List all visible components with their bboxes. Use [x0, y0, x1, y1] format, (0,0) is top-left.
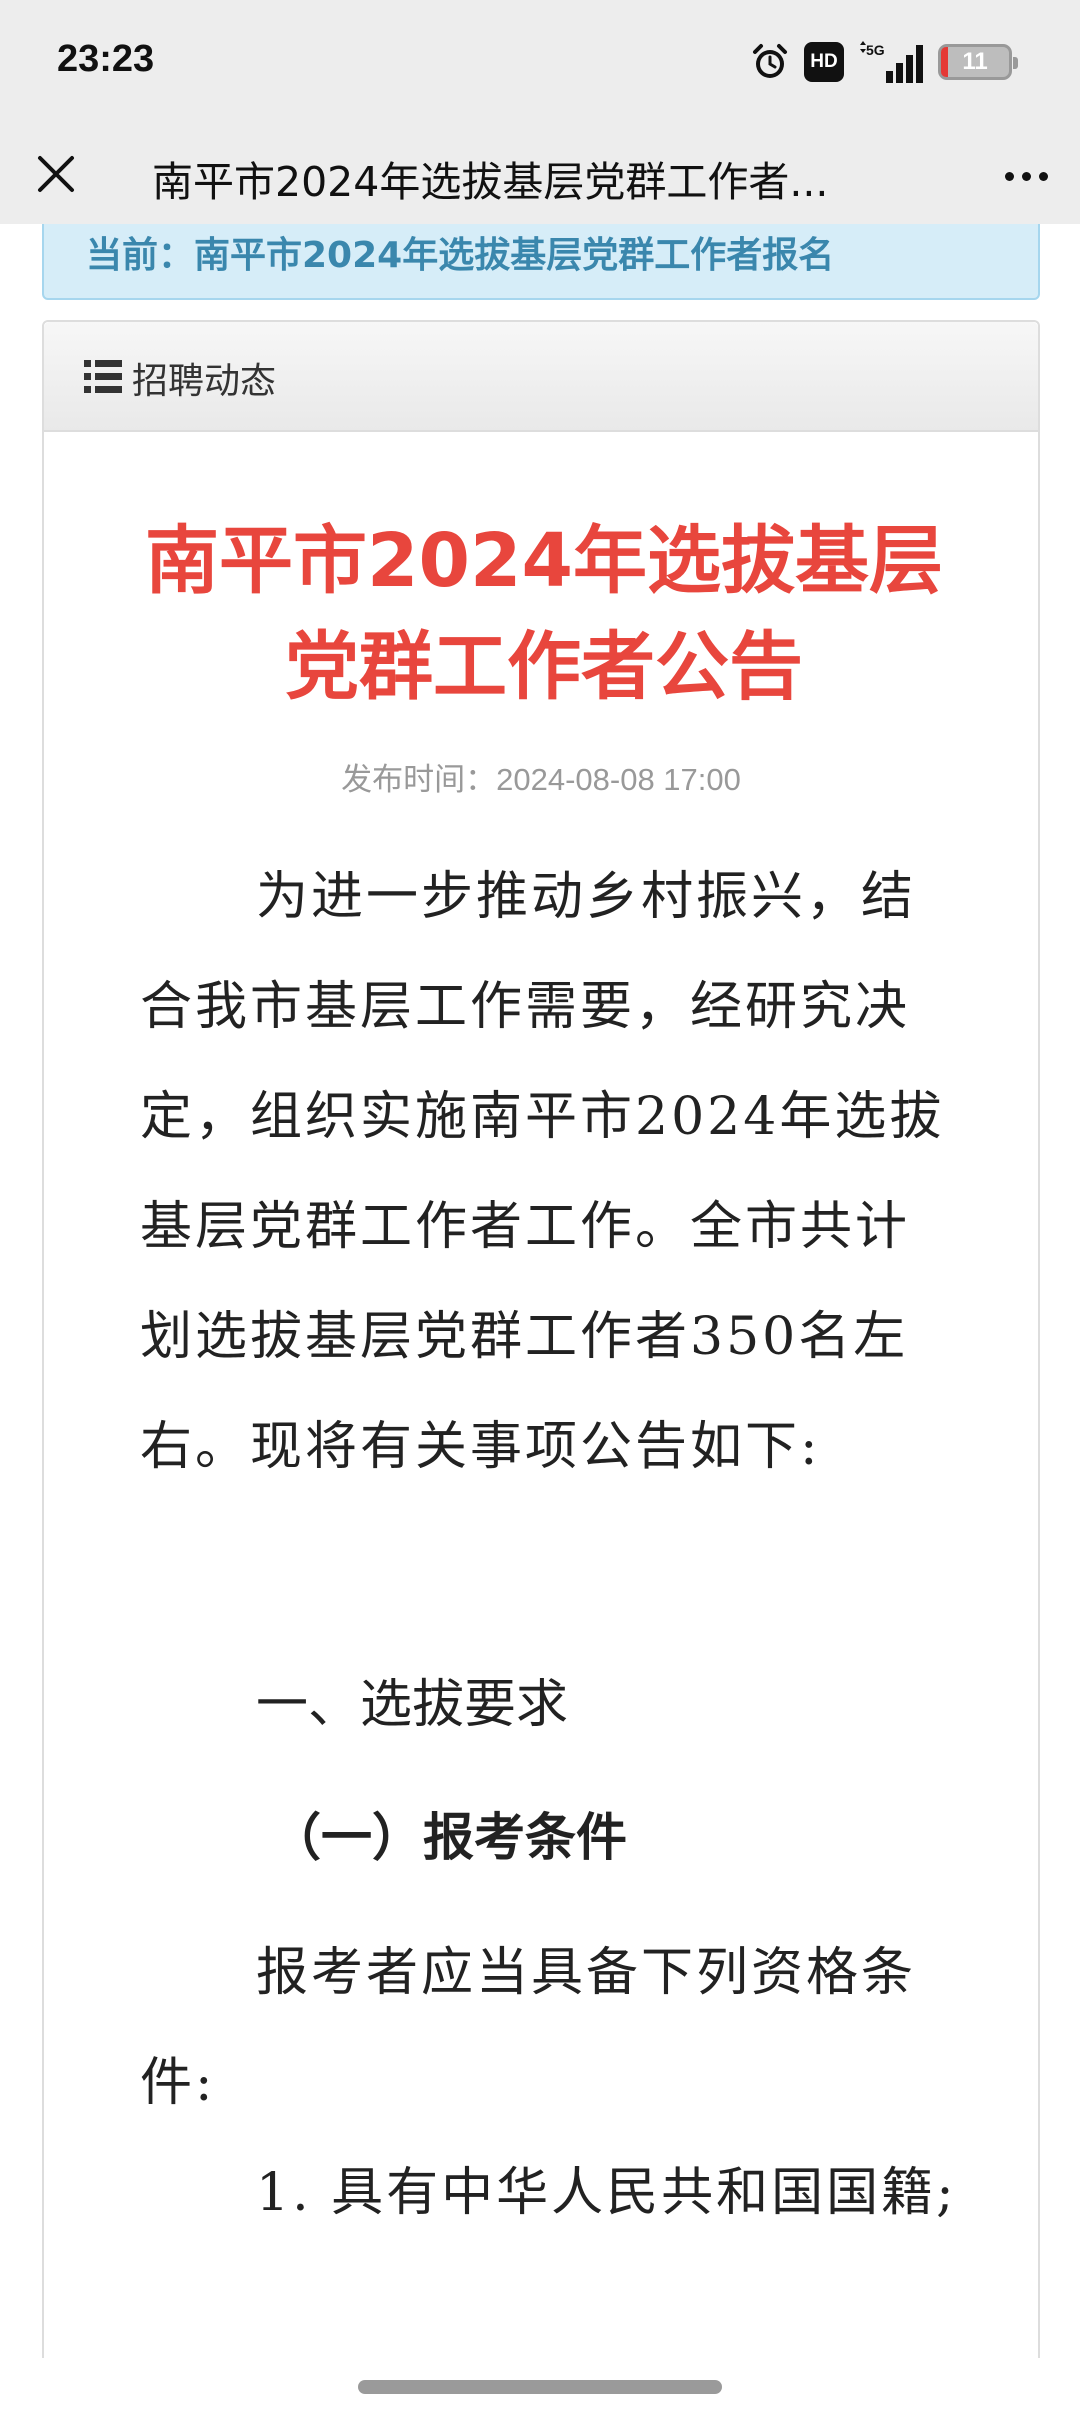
status-bar: 23:23 HD 5G 11: [0, 0, 1080, 128]
recruitment-panel: 招聘动态 南平市2024年选拔基层党群工作者公告 发布时间：2024-08-08…: [42, 320, 1040, 2358]
page-content[interactable]: 当前：南平市2024年选拔基层党群工作者报名 招聘动态 南平市2024年选拔基层…: [0, 224, 1080, 2358]
more-dots-icon: [1004, 171, 1014, 181]
gesture-handle[interactable]: [358, 2380, 722, 2394]
panel-label[interactable]: 招聘动态: [132, 352, 276, 404]
list-icon: [84, 360, 122, 393]
condition-item: 1. 具有中华人民共和国国籍;: [256, 2163, 957, 2223]
status-time: 23:23: [57, 38, 155, 80]
breadcrumb: 当前：南平市2024年选拔基层党群工作者报名: [42, 224, 1040, 300]
status-icons: HD 5G 11: [750, 40, 1018, 84]
battery-level-fill: [941, 47, 949, 77]
battery-tip: [1013, 57, 1018, 69]
battery-icon: 11: [938, 44, 1018, 80]
more-dots-icon: [1021, 171, 1031, 181]
more-button[interactable]: [994, 144, 1058, 208]
article-date: 发布时间：2024-08-08 17:00: [341, 762, 741, 797]
article-title: 南平市2024年选拔基层党群工作者公告: [145, 518, 943, 710]
hd-badge: HD: [804, 42, 844, 82]
close-button[interactable]: [24, 142, 88, 206]
signal-icon: 5G: [860, 41, 923, 83]
alarm-icon: [753, 44, 787, 78]
battery-level: 11: [962, 48, 988, 75]
breadcrumb-text: 当前：南平市2024年选拔基层党群工作者报名: [86, 235, 835, 276]
panel-header: 招聘动态: [44, 322, 1038, 432]
network-label: 5G: [866, 42, 885, 58]
subsection-heading: （一）报考条件: [270, 1809, 628, 1868]
more-dots-icon: [1038, 171, 1048, 181]
section-heading: 一、选拔要求: [256, 1675, 569, 1735]
page-title: 南平市2024年选拔基层党群工作者...: [152, 158, 829, 206]
conditions-intro: 报考者应当具备下列资格条件:: [140, 1943, 917, 2113]
article-intro: 为进一步推动乡村振兴，结合我市基层工作需要，经研究决定，组织实施南平市2024年…: [140, 867, 945, 1477]
gesture-area: [0, 2358, 1080, 2414]
close-icon: [38, 156, 74, 192]
title-bar: 南平市2024年选拔基层党群工作者...: [0, 128, 1080, 224]
